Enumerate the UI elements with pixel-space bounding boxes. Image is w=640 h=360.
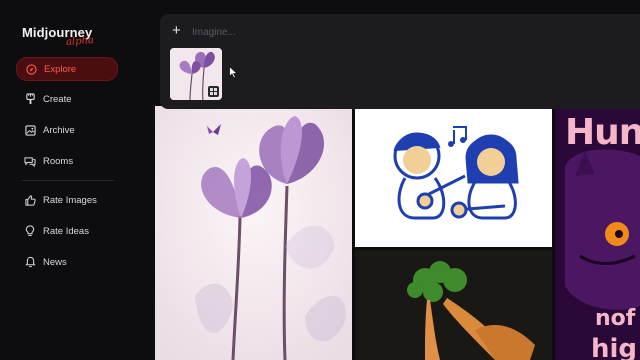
sidebar-divider (22, 180, 114, 181)
compass-icon (25, 63, 37, 75)
plus-icon[interactable]: + (172, 23, 181, 38)
sidebar-item-archive[interactable]: Archive (16, 119, 116, 141)
sidebar-item-label: Rate Images (43, 194, 97, 206)
logo-badge: alpha (65, 35, 95, 48)
chat-icon (24, 155, 36, 167)
carrots-artwork (355, 250, 552, 360)
sidebar: Midjourney alpha Explore Create Archive … (0, 0, 130, 360)
tulip-artwork (155, 106, 352, 360)
mouse-cursor-icon (229, 65, 239, 84)
sidebar-item-create[interactable]: Create (16, 88, 116, 110)
sidebar-item-explore[interactable]: Explore (16, 57, 118, 81)
gallery-card[interactable]: Hun nof hig (555, 106, 640, 360)
thumbs-up-icon (24, 194, 36, 206)
sidebar-item-rooms[interactable]: Rooms (16, 150, 116, 172)
poster-title-text: Hun (565, 112, 640, 153)
sidebar-item-label: News (43, 256, 67, 268)
image-icon (24, 124, 36, 136)
prompt-panel: + (160, 14, 640, 109)
gallery-card[interactable] (355, 250, 552, 360)
poster-text-line: nof (595, 306, 636, 331)
gallery-card[interactable] (155, 106, 352, 360)
kids-ukulele-artwork (355, 106, 552, 247)
bell-icon (24, 256, 36, 268)
gallery-card[interactable] (355, 106, 552, 247)
sidebar-item-label: Archive (43, 124, 75, 136)
lightbulb-icon (24, 225, 36, 237)
sidebar-item-label: Rooms (43, 155, 74, 167)
reference-image-thumbnail[interactable] (170, 48, 222, 100)
sidebar-item-label: Explore (44, 63, 77, 75)
sidebar-item-rate-ideas[interactable]: Rate Ideas (16, 220, 116, 242)
sidebar-item-label: Rate Ideas (43, 225, 89, 237)
logo[interactable]: Midjourney alpha (22, 24, 122, 54)
poster-text-line: hig (591, 334, 638, 360)
sidebar-item-rate-images[interactable]: Rate Images (16, 189, 116, 211)
sidebar-item-news[interactable]: News (16, 251, 116, 273)
grid-icon[interactable] (208, 86, 219, 97)
prompt-input[interactable] (192, 24, 612, 40)
brush-icon (24, 93, 36, 105)
sidebar-item-label: Create (43, 93, 72, 105)
